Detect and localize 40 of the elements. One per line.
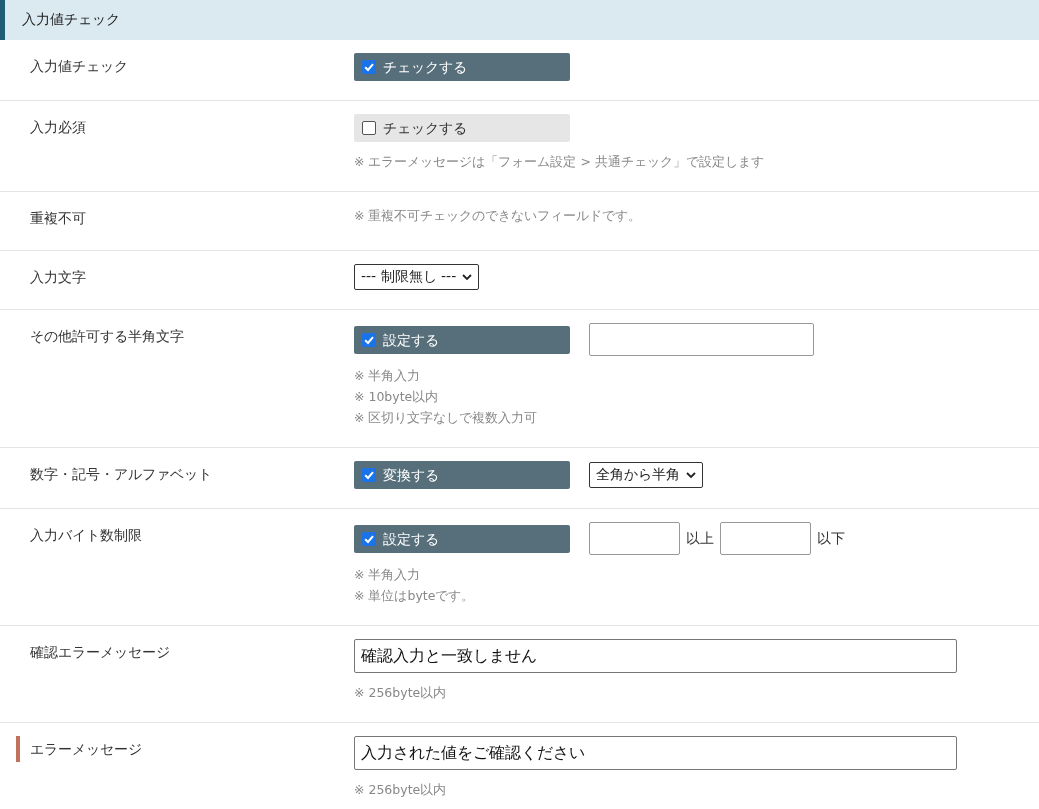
- note-text: ※ 256byte以内: [354, 781, 448, 799]
- input-field[interactable]: [720, 522, 811, 555]
- field-label: 確認エラーメッセージ: [30, 643, 170, 662]
- note-text: ※ 半角入力: [354, 367, 422, 385]
- unit-label: 以上: [686, 529, 714, 548]
- note-text: ※ 10byte以内: [354, 388, 440, 406]
- note-text: ※ 半角入力: [354, 566, 422, 584]
- field-label: 入力バイト数制限: [30, 526, 142, 545]
- checkbox-toggle-button[interactable]: チェックする: [354, 114, 570, 142]
- field-label: 数字・記号・アルファベット: [30, 465, 212, 484]
- checkbox-toggle-button[interactable]: チェックする: [354, 53, 570, 81]
- checkbox-icon[interactable]: [362, 468, 376, 482]
- field-label: 重複不可: [30, 209, 86, 228]
- field-label: 入力必須: [30, 118, 86, 137]
- input-field[interactable]: [589, 522, 680, 555]
- field-label: 入力文字: [30, 268, 86, 287]
- chevron-down-icon: [686, 471, 696, 479]
- select-dropdown[interactable]: --- 制限無し ---: [354, 264, 480, 290]
- unit-label: 以下: [817, 529, 845, 548]
- checkbox-toggle-button[interactable]: 設定する: [354, 524, 570, 553]
- field-label: エラーメッセージ: [30, 740, 142, 759]
- input-field[interactable]: 確認入力と一致しません: [354, 639, 957, 673]
- checkbox-toggle-button[interactable]: 変換する: [354, 461, 570, 489]
- checkbox-toggle-button[interactable]: 設定する: [354, 325, 570, 354]
- input-field[interactable]: [589, 323, 814, 356]
- note-text: ※ 重複不可チェックのできないフィールドです。: [354, 207, 642, 225]
- note-text: ※ 単位はbyteです。: [354, 587, 476, 605]
- section-title: 入力値チェック: [22, 11, 120, 29]
- note-text: ※ 区切り文字なしで複数入力可: [354, 409, 539, 427]
- field-label: その他許可する半角文字: [30, 327, 184, 346]
- select-dropdown[interactable]: 全角から半角: [589, 462, 703, 488]
- chevron-down-icon: [462, 273, 473, 281]
- input-field[interactable]: 入力された値をご確認ください: [354, 736, 957, 770]
- note-text: ※ 256byte以内: [354, 684, 448, 702]
- checkbox-icon[interactable]: [362, 60, 376, 74]
- note-text: ※ エラーメッセージは「フォーム設定 > 共通チェック」で設定します: [354, 153, 764, 171]
- field-label: 入力値チェック: [30, 57, 128, 76]
- checkbox-icon[interactable]: [362, 121, 376, 135]
- checkbox-icon[interactable]: [362, 531, 376, 546]
- checkbox-icon[interactable]: [362, 332, 376, 347]
